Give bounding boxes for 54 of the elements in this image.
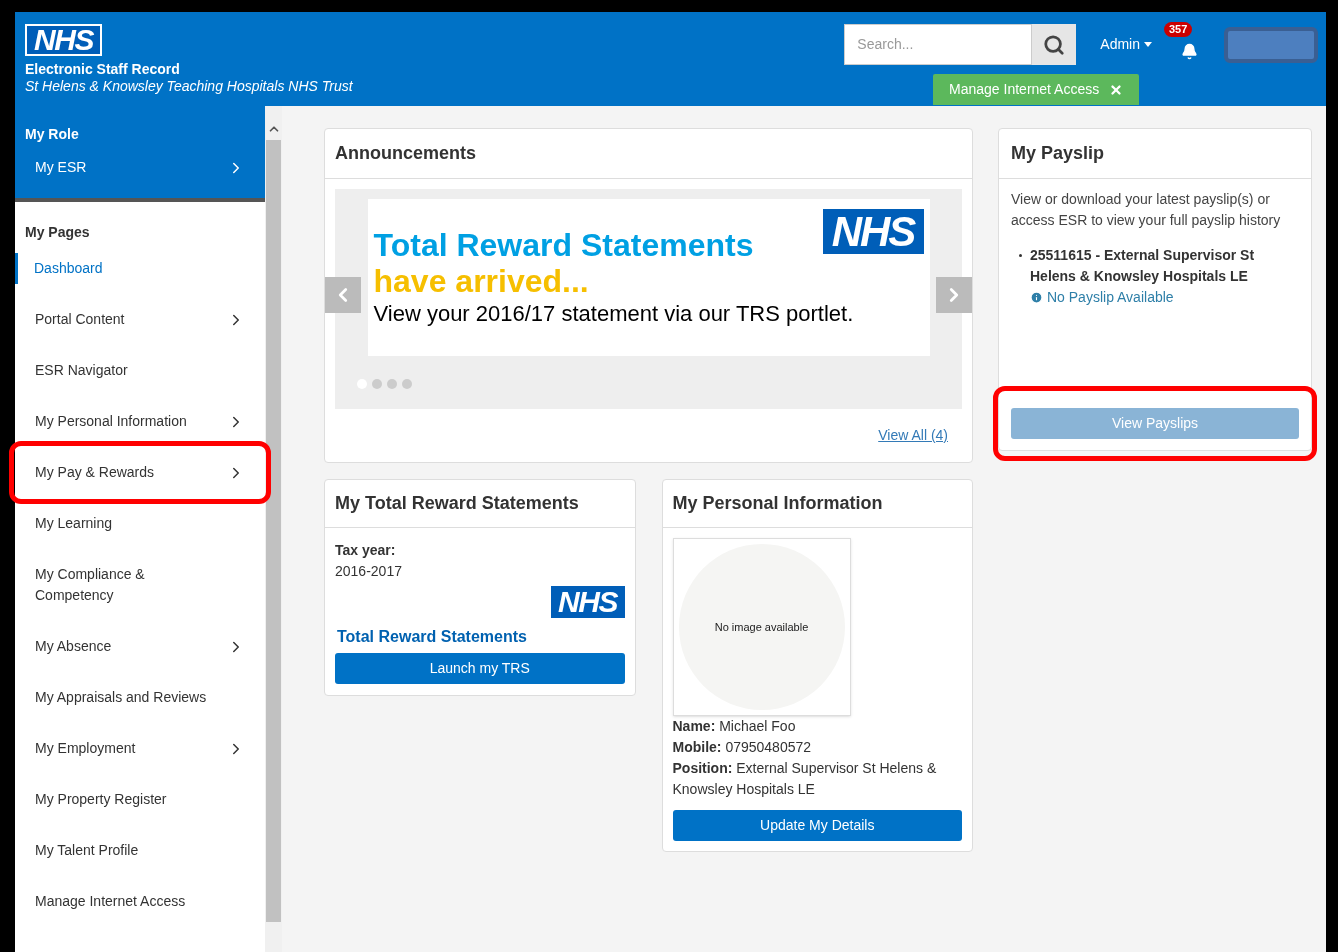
role-heading: My Role — [24, 125, 80, 144]
organisation-name: St Helens & Knowsley Teaching Hospitals NHS Trust — [25, 78, 353, 95]
nav-item[interactable]: My Pay & Rewards — [15, 447, 265, 498]
nav-item[interactable]: My Talent Profile — [15, 825, 265, 876]
payslip-description: View or download your latest payslip(s) or access ESR to view your full payslip history — [1011, 190, 1282, 230]
info-icon — [1030, 291, 1043, 304]
scrollbar-thumb[interactable] — [266, 140, 281, 922]
nav-item[interactable]: Portal Content — [15, 294, 265, 345]
search-icon — [1043, 33, 1066, 56]
banner-text: View your 2016/17 statement via our TRS portlet. — [373, 300, 855, 328]
nav-item[interactable]: My Personal Information — [15, 396, 265, 447]
search-field[interactable]: Search... — [844, 24, 1033, 65]
nav-item[interactable]: My Employment — [15, 723, 265, 774]
tax-year-label: Tax year: — [335, 541, 397, 560]
info-field: Position: External Supervisor St Helens & Knowsley Hospitals LE — [672, 758, 962, 800]
card-title: My Payslip — [999, 129, 1311, 179]
role-item[interactable]: My ESR — [15, 145, 265, 190]
app-title: Electronic Staff Record — [25, 61, 181, 78]
search-button[interactable] — [1032, 24, 1077, 65]
nav-item[interactable]: My Compliance & Competency — [15, 549, 265, 621]
caret-icon — [1144, 42, 1152, 47]
nhs-logo: NHS — [25, 24, 102, 56]
next-button[interactable] — [936, 277, 972, 313]
payslip-status: No Payslip Available — [1047, 288, 1174, 307]
brand-name: Total Reward Statements — [337, 627, 528, 647]
info-field: Name: Michael Foo — [672, 716, 962, 737]
photo-caption: No image available — [714, 619, 809, 635]
bullet-icon — [1019, 254, 1022, 257]
assignment-title: 25511615 - External Supervisor St Helens & Knowsley Hospitals LE — [1030, 246, 1256, 286]
card-title: My Personal Information — [662, 480, 972, 528]
notification-icon[interactable] — [1180, 42, 1198, 60]
nav-item[interactable]: Manage Internet Access — [15, 876, 265, 927]
close-icon — [1109, 82, 1124, 97]
nav-item[interactable]: My Appraisals and Reviews — [15, 672, 265, 723]
nhs-logo: NHS — [550, 586, 625, 618]
tax-year-value: 2016-2017 — [335, 562, 403, 581]
info-field: Mobile: 07950480572 — [672, 737, 962, 758]
banner-subline: have arrived... — [373, 263, 590, 299]
card-title: My Total Reward Statements — [325, 480, 635, 528]
admin-menu[interactable]: Admin — [1100, 34, 1152, 55]
card-title: Announcements — [325, 129, 972, 179]
update-details-button[interactable]: Update My Details — [672, 810, 962, 841]
user-avatar[interactable] — [1224, 26, 1318, 63]
launch-button[interactable]: Launch my TRS — [335, 653, 625, 684]
pages-heading: My Pages — [24, 223, 91, 242]
nav-item[interactable]: My Property Register — [15, 774, 265, 825]
banner-headline: Total Reward Statements — [373, 227, 754, 263]
view-all-link[interactable]: View All (4) — [878, 425, 948, 446]
notification-badge: 357 — [1164, 21, 1193, 37]
nhs-logo: NHS — [822, 209, 924, 254]
nav-item[interactable]: ESR Navigator — [15, 345, 265, 396]
previous-button[interactable] — [325, 277, 361, 313]
nav-item[interactable]: My Absence — [15, 621, 265, 672]
nav-item[interactable]: My Learning — [15, 498, 265, 549]
